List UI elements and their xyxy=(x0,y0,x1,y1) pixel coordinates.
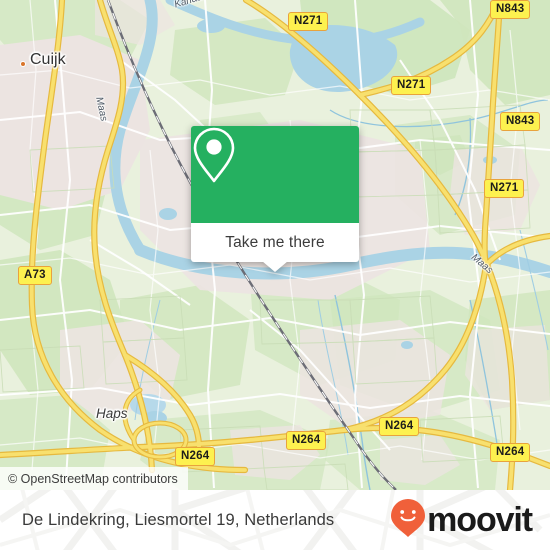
road-shield-a73: A73 xyxy=(18,266,52,285)
osm-attribution-text: © OpenStreetMap contributors xyxy=(8,471,178,486)
take-me-there-label: Take me there xyxy=(225,233,325,251)
place-label-cuijk: Cuijk xyxy=(30,51,66,68)
take-me-there-button[interactable]: Take me there xyxy=(191,223,359,262)
road-shield-n843-right: N843 xyxy=(500,112,541,131)
road-shield-n271-north: N271 xyxy=(288,12,329,31)
moovit-logo[interactable]: moovit xyxy=(390,490,533,550)
place-label-haps: Haps xyxy=(96,406,128,421)
footer-bar: De Lindekring, Liesmortel 19, Netherland… xyxy=(0,490,550,550)
road-shield-n843-topright: N843 xyxy=(490,0,531,19)
osm-attribution[interactable]: © OpenStreetMap contributors xyxy=(0,467,188,490)
road-shield-n271-right: N271 xyxy=(484,179,525,198)
moovit-smiley-pin-icon xyxy=(390,498,426,543)
road-shield-n264-east: N264 xyxy=(379,417,420,436)
road-shield-n264-west: N264 xyxy=(175,447,216,466)
map-canvas[interactable]: N271 N843 N271 N843 N271 A73 N264 N264 N… xyxy=(0,0,550,490)
footer-address: De Lindekring, Liesmortel 19, Netherland… xyxy=(22,510,335,529)
moovit-wordmark: moovit xyxy=(427,501,533,539)
road-shield-n271-mid: N271 xyxy=(391,76,432,95)
road-shield-n264-mid: N264 xyxy=(286,431,327,450)
town-marker-cuijk xyxy=(20,61,26,67)
callout-tail xyxy=(262,261,288,272)
callout-pin-panel xyxy=(191,126,359,223)
destination-callout-card[interactable]: Take me there xyxy=(191,126,359,272)
map-screenshot: N271 N843 N271 N843 N271 A73 N264 N264 N… xyxy=(0,0,550,550)
road-shield-n264-fareast: N264 xyxy=(490,443,531,462)
